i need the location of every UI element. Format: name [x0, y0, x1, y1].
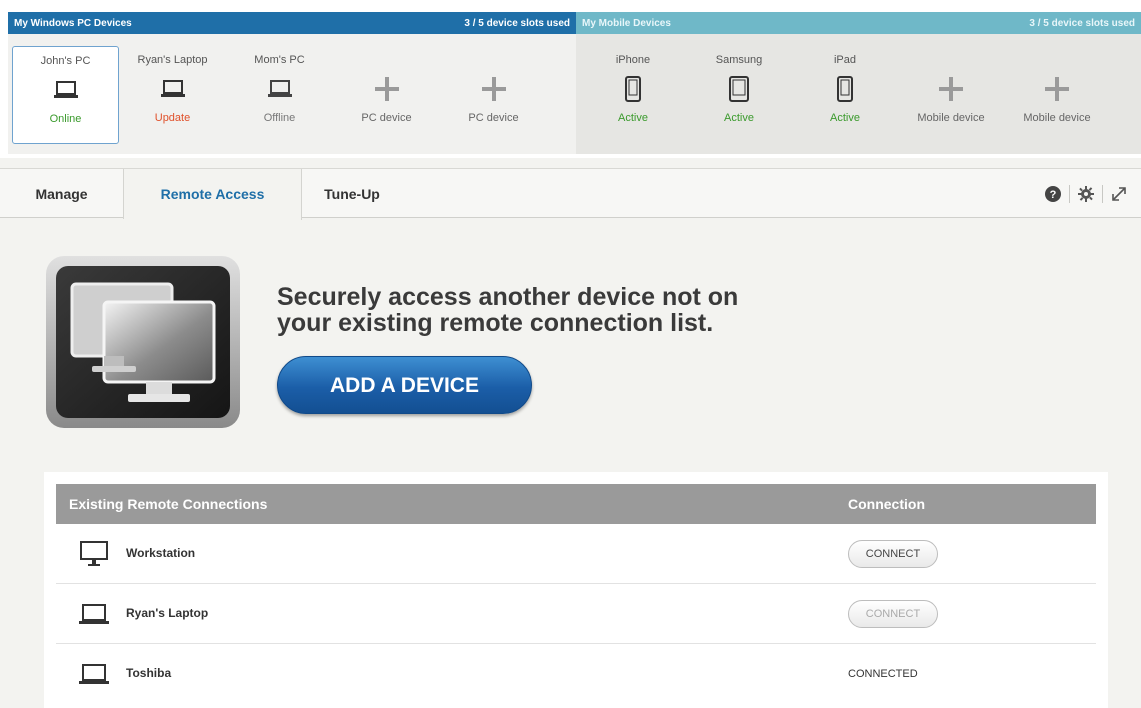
help-icon[interactable]: ? — [1039, 182, 1067, 206]
mobile-devices-panel: My Mobile Devices 3 / 5 device slots use… — [576, 12, 1141, 154]
tab-manage[interactable]: Manage — [0, 169, 124, 219]
add-device-button[interactable]: ADD A DEVICE — [277, 356, 532, 414]
column-header-connection: Connection — [848, 496, 925, 512]
column-header-name: Existing Remote Connections — [69, 496, 268, 512]
add-slot-label: PC device — [468, 112, 519, 124]
device-name: Samsung — [715, 54, 763, 66]
connect-button[interactable]: CONNECT — [848, 600, 938, 628]
plus-icon — [373, 74, 401, 104]
pc-slots-count: 3 / 5 device slots used — [464, 17, 570, 29]
laptop-icon — [78, 660, 110, 693]
device-bar: My Windows PC Devices 3 / 5 device slots… — [0, 0, 1141, 158]
laptop-icon — [78, 600, 110, 633]
connection-name: Workstation — [126, 546, 196, 560]
pc-devices-panel: My Windows PC Devices 3 / 5 device slots… — [8, 12, 576, 154]
device-status: Active — [724, 112, 754, 124]
divider — [1102, 185, 1103, 203]
device-name: Ryan's Laptop — [137, 54, 208, 66]
add-mobile-device-tile[interactable]: Mobile device — [1004, 46, 1110, 144]
device-tile-ryans-laptop[interactable]: Ryan's Laptop Update — [119, 46, 226, 144]
device-name: John's PC — [40, 55, 91, 67]
phone-icon — [624, 74, 642, 104]
plus-icon — [937, 74, 965, 104]
divider — [1069, 185, 1070, 203]
mobile-panel-title: My Mobile Devices — [582, 17, 671, 29]
pc-panel-header: My Windows PC Devices 3 / 5 device slots… — [8, 12, 576, 34]
mobile-panel-header: My Mobile Devices 3 / 5 device slots use… — [576, 12, 1141, 34]
mobile-slots-count: 3 / 5 device slots used — [1029, 17, 1135, 29]
connect-button[interactable]: CONNECT — [848, 540, 938, 568]
device-status: Online — [49, 113, 82, 125]
add-pc-device-tile[interactable]: PC device — [440, 46, 547, 144]
plus-icon — [1043, 74, 1071, 104]
table-row: Ryan's Laptop CONNECT — [56, 584, 1096, 644]
device-tile-samsung[interactable]: Samsung Active — [686, 46, 792, 144]
add-pc-device-tile[interactable]: PC device — [333, 46, 440, 144]
tab-remote-access[interactable]: Remote Access — [124, 169, 302, 220]
hero-headline: Securely access another device not on yo… — [277, 284, 837, 336]
hero-headline-line2: your existing remote connection list. — [277, 309, 714, 337]
remote-connections-card: Existing Remote Connections Connection W… — [44, 472, 1108, 708]
device-name: iPhone — [615, 54, 651, 66]
connection-name: Toshiba — [126, 666, 172, 680]
device-name: iPad — [833, 54, 857, 66]
device-tile-iphone[interactable]: iPhone Active — [580, 46, 686, 144]
add-slot-label: Mobile device — [1023, 112, 1091, 124]
device-name: Mom's PC — [254, 54, 305, 66]
connections-table-header: Existing Remote Connections Connection — [56, 484, 1096, 524]
table-row: Toshiba CONNECTED — [56, 644, 1096, 704]
desktop-icon — [78, 540, 110, 573]
device-status: Offline — [263, 112, 296, 124]
laptop-icon — [53, 75, 79, 105]
tab-tune-up[interactable]: Tune-Up — [302, 169, 402, 219]
add-slot-label: Mobile device — [917, 112, 985, 124]
laptop-icon — [160, 74, 186, 104]
tab-tools: ? — [1039, 182, 1133, 206]
device-status: Update — [154, 112, 191, 124]
svg-text:?: ? — [1050, 189, 1057, 201]
expand-icon[interactable] — [1105, 182, 1133, 206]
tab-bar: Manage Remote Access Tune-Up ? — [0, 168, 1141, 220]
table-row: Workstation CONNECT — [56, 524, 1096, 584]
tablet-icon — [728, 74, 750, 104]
add-mobile-device-tile[interactable]: Mobile device — [898, 46, 1004, 144]
plus-icon — [480, 74, 508, 104]
device-tile-ipad[interactable]: iPad Active — [792, 46, 898, 144]
hero-headline-line1: Securely access another device not on — [277, 283, 739, 311]
remote-devices-icon — [44, 254, 242, 430]
device-tile-johns-pc[interactable]: John's PC Online — [12, 46, 119, 144]
pc-panel-title: My Windows PC Devices — [14, 17, 132, 29]
connected-status: CONNECTED — [848, 668, 918, 680]
connection-name: Ryan's Laptop — [126, 606, 209, 620]
phone-icon — [836, 74, 854, 104]
device-status: Active — [830, 112, 860, 124]
device-status: Active — [618, 112, 648, 124]
add-slot-label: PC device — [361, 112, 412, 124]
gear-icon[interactable] — [1072, 182, 1100, 206]
device-tile-moms-pc[interactable]: Mom's PC Offline — [226, 46, 333, 144]
laptop-icon — [267, 74, 293, 104]
